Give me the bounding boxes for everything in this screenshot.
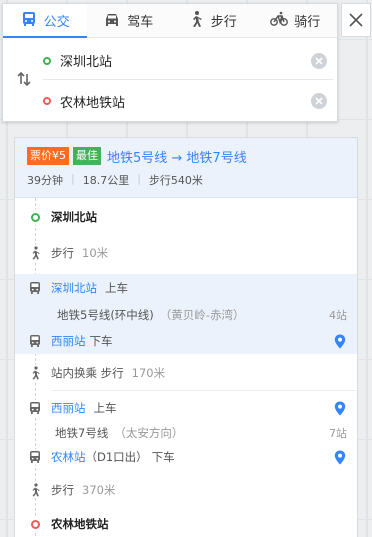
map-pin-icon[interactable] xyxy=(333,333,347,349)
alight-1-station[interactable]: 西丽站 xyxy=(51,333,86,349)
end-dot-icon xyxy=(43,97,51,105)
step-board-2[interactable]: 西丽站 上车 xyxy=(15,393,357,423)
alight-2-exit: （D1口出） xyxy=(85,450,148,464)
subway-icon xyxy=(27,333,43,349)
swap-button[interactable] xyxy=(13,68,35,90)
step-walk-1: 步行 10米 xyxy=(15,236,357,270)
swap-icon xyxy=(17,71,31,87)
alight-1-action: 下车 xyxy=(89,334,113,348)
line-2-name: 地铁7号线 xyxy=(55,426,109,440)
distance-text: 18.7公里 xyxy=(82,174,130,187)
tab-walk-label: 步行 xyxy=(210,15,237,30)
end-station-icon xyxy=(27,516,43,532)
start-station-icon xyxy=(27,209,43,225)
alight-2-station[interactable]: 农林站 xyxy=(51,449,86,465)
alight-2-action: 下车 xyxy=(151,450,175,464)
end-station-name: 农林地铁站 xyxy=(51,517,109,531)
clear-start-icon[interactable] xyxy=(311,52,327,69)
line-1-direction: （黄贝岭-赤湾） xyxy=(159,308,245,322)
line-2-info[interactable]: 地铁7号线 （太安方向） 7站 xyxy=(15,423,357,443)
end-input[interactable]: 农林地铁站 xyxy=(60,92,311,111)
bike-icon xyxy=(270,10,289,32)
tab-walk[interactable]: 步行 xyxy=(170,4,254,37)
walk-icon xyxy=(27,365,43,381)
tab-bus[interactable]: 公交 xyxy=(3,4,87,38)
close-icon xyxy=(349,13,363,27)
close-button[interactable] xyxy=(341,3,371,37)
step-walk-2: 步行 370米 xyxy=(15,473,357,507)
step-board-1[interactable]: 深圳北站 上车 xyxy=(15,274,357,302)
walk-icon xyxy=(27,245,43,261)
line-2-direction: （太安方向） xyxy=(114,426,184,440)
subway-icon xyxy=(27,280,43,296)
route-lines-title: 地铁5号线 → 地铁7号线 xyxy=(107,150,247,166)
walk-distance-text: 步行540米 xyxy=(148,174,203,187)
step-end: 农林地铁站 xyxy=(15,507,357,537)
route-result-card: 票价¥5 最佳 地铁5号线 → 地铁7号线 39分钟 | 18.7公里 | 步行… xyxy=(14,137,358,537)
duration-text: 39分钟 xyxy=(27,174,63,187)
walk-2-distance: 370米 xyxy=(82,483,116,497)
subway-icon xyxy=(27,449,43,465)
step-divider xyxy=(51,390,357,391)
tab-car[interactable]: 驾车 xyxy=(87,4,171,37)
price-badge: 票价¥5 xyxy=(27,147,69,165)
line-1-stops: 4站 xyxy=(329,309,347,322)
map-pin-icon[interactable] xyxy=(333,449,347,465)
subway-icon xyxy=(27,400,43,416)
clear-end-icon[interactable] xyxy=(311,93,327,109)
bus-icon xyxy=(20,10,38,32)
board-2-action: 上车 xyxy=(93,401,117,415)
board-1-action: 上车 xyxy=(105,281,128,295)
divider: | xyxy=(71,172,75,185)
start-dot-icon xyxy=(43,56,51,65)
divider: | xyxy=(137,172,141,185)
route-steps: 深圳北站 步行 10米 深圳北站 上车 地铁5号线(环中线) （黄贝岭-赤湾） … xyxy=(15,198,357,537)
walk-2-label: 步行 xyxy=(51,483,74,497)
car-icon xyxy=(103,10,121,32)
walk-1-label: 步行 xyxy=(51,246,74,260)
start-field[interactable]: 深圳北站 xyxy=(43,42,333,80)
tab-bike-label: 骑行 xyxy=(294,15,321,30)
transport-mode-tabs: 公交 驾车 步行 骑行 xyxy=(3,4,337,38)
start-input[interactable]: 深圳北站 xyxy=(60,51,311,70)
transfer-distance: 170米 xyxy=(131,366,166,380)
start-station-name: 深圳北站 xyxy=(51,210,97,224)
step-alight-2[interactable]: 农林站 （D1口出） 下车 xyxy=(15,443,357,471)
map-pin-icon[interactable] xyxy=(333,400,347,416)
walk-1-distance: 10米 xyxy=(82,246,109,260)
line-1-info[interactable]: 地铁5号线(环中线) （黄贝岭-赤湾） 4站 xyxy=(15,302,357,328)
route-summary[interactable]: 票价¥5 最佳 地铁5号线 → 地铁7号线 39分钟 | 18.7公里 | 步行… xyxy=(15,138,357,198)
board-1-station[interactable]: 深圳北站 xyxy=(51,280,97,296)
tab-car-label: 驾车 xyxy=(127,15,154,30)
step-start: 深圳北站 xyxy=(15,198,357,236)
line-1-name: 地铁5号线(环中线) xyxy=(57,308,154,322)
step-alight-1[interactable]: 西丽站 下车 xyxy=(15,328,357,354)
best-badge: 最佳 xyxy=(73,147,101,165)
tab-bike[interactable]: 骑行 xyxy=(254,4,338,37)
end-field[interactable]: 农林地铁站 xyxy=(43,82,333,120)
board-2-station[interactable]: 西丽站 xyxy=(51,400,86,416)
line-2-stops: 7站 xyxy=(329,427,347,440)
tab-bus-label: 公交 xyxy=(43,15,70,30)
transfer-label: 站内换乘 步行 xyxy=(51,366,124,380)
walk-icon xyxy=(187,10,205,32)
route-inputs: 深圳北站 农林地铁站 xyxy=(3,38,337,122)
route-search-panel: 公交 驾车 步行 骑行 深圳北站 农林地铁站 xyxy=(2,3,338,122)
step-transfer: 站内换乘 步行 170米 xyxy=(15,356,357,390)
walk-icon xyxy=(27,482,43,498)
